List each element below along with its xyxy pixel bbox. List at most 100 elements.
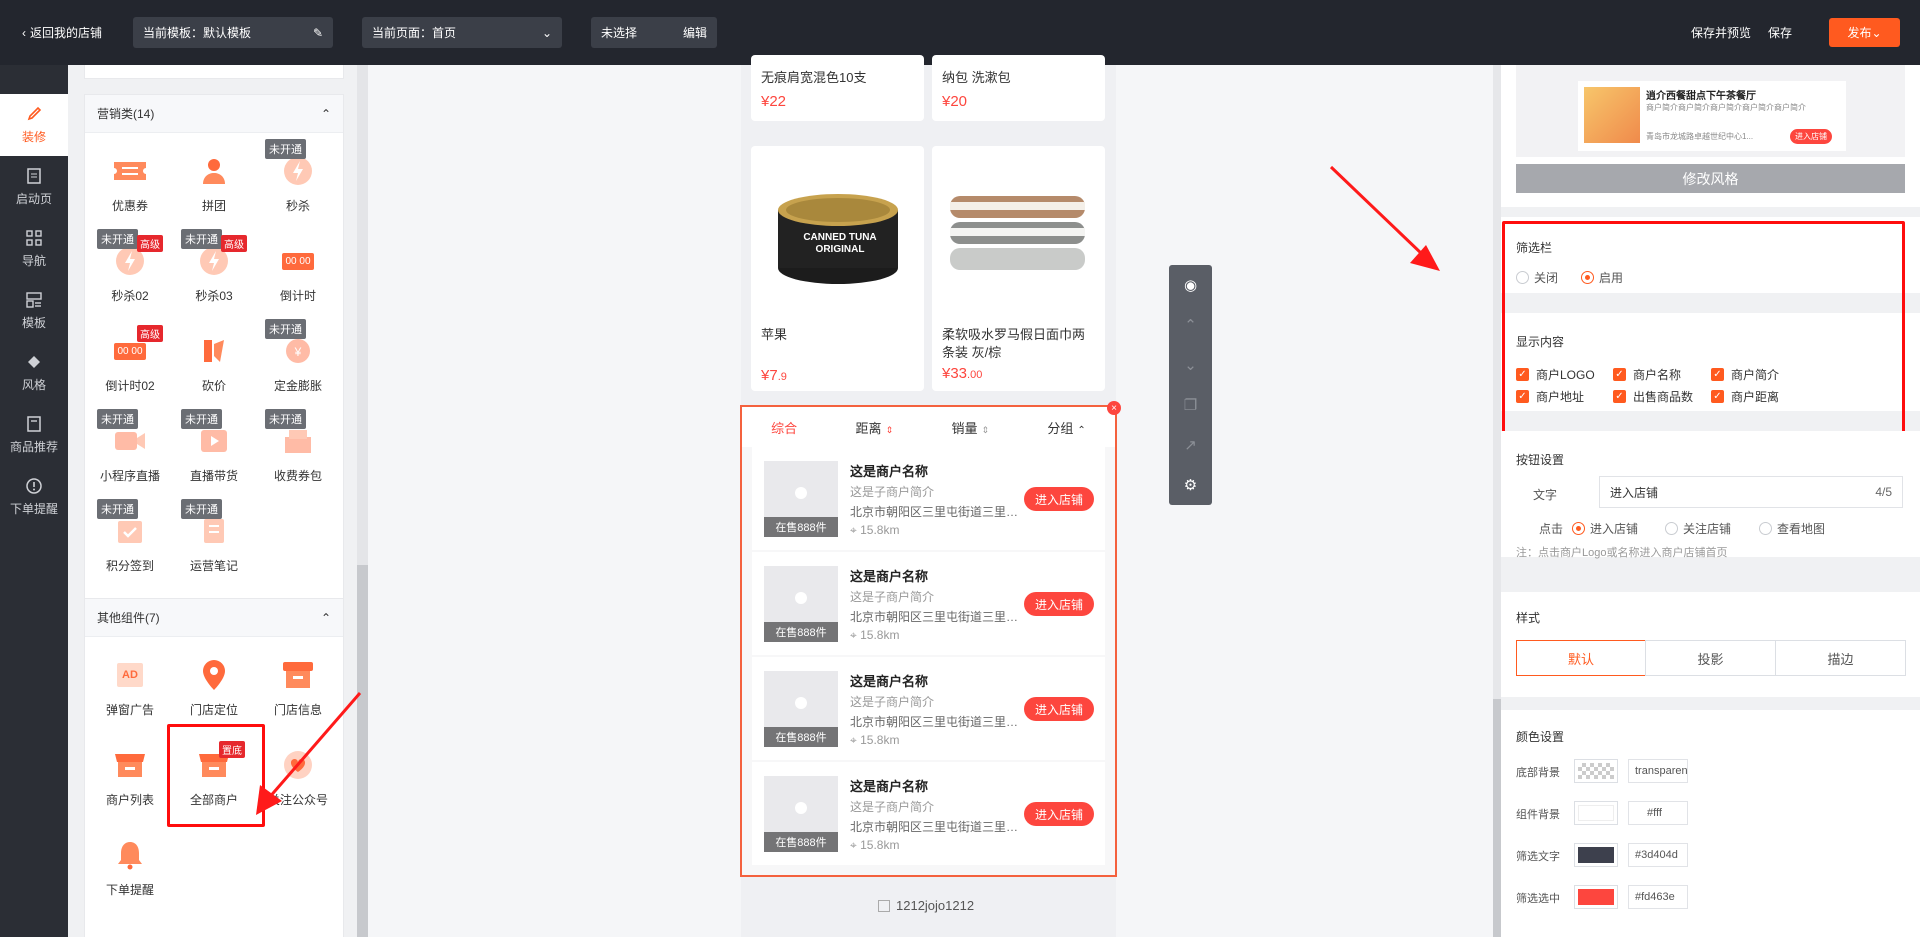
component-flash-sale[interactable]: 未开通 秒杀: [259, 139, 337, 223]
filter-bar-off-radio[interactable]: 关闭: [1516, 269, 1558, 286]
advanced-badge: 高级: [221, 235, 247, 252]
dark-swatch-fill: [1578, 847, 1614, 863]
grid-icon: [25, 229, 43, 246]
nav-item-navigation[interactable]: 导航: [0, 218, 68, 280]
annotation-arrows: [1329, 165, 1440, 271]
color-swatch[interactable]: [1574, 885, 1618, 909]
component-countdown[interactable]: 00 00 倒计时: [259, 229, 337, 313]
button-text-input[interactable]: 进入店铺 4/5: [1599, 476, 1903, 508]
display-items-on-sale-checkbox[interactable]: ✓ 出售商品数: [1613, 388, 1693, 405]
style-preview: 逍介西餐甜点下午茶餐厅 商户简介商户简介商户简介商户简介商户简介 青岛市龙城路卓…: [1516, 65, 1905, 157]
color-row-component-bg: 组件背景 #fff: [1516, 799, 1906, 827]
filter-bar-on-radio[interactable]: 启用: [1581, 269, 1623, 286]
nav-item-style[interactable]: 风格: [0, 342, 68, 404]
nav-item-product-recommend[interactable]: 商品推荐: [0, 404, 68, 466]
checkbox-checked-icon: ✓: [1516, 368, 1529, 381]
arrow-to-all-merchants: [256, 692, 362, 815]
display-merchant-distance-checkbox[interactable]: ✓ 商户距离: [1711, 388, 1779, 405]
component-paid-coupon-pack[interactable]: 未开通 收费券包: [259, 409, 337, 493]
component-order-reminder[interactable]: 下单提醒: [91, 823, 169, 907]
component-bargain[interactable]: 砍价: [175, 319, 253, 403]
click-view-map-radio[interactable]: 查看地图: [1759, 520, 1825, 537]
marketing-group: 营销类(14) ⌃ 优惠券 拼团 未开通 秒杀 未开通 高级 秒杀02 未开通 …: [84, 94, 344, 637]
edit-button[interactable]: 编辑: [683, 24, 707, 41]
countdown-icon: 00 00: [280, 243, 316, 279]
template-selector[interactable]: 当前模板：默认模板 ✎: [133, 17, 333, 48]
color-row-filter-text: 筛选文字 #3d404d: [1516, 841, 1906, 869]
color-swatch[interactable]: [1574, 801, 1618, 825]
checkbox-checked-icon: ✓: [1516, 390, 1529, 403]
color-value-input[interactable]: #fd463e: [1628, 885, 1688, 909]
brush-icon: [25, 106, 43, 122]
component-deposit-boost[interactable]: 未开通 ¥ 定金膨胀: [259, 319, 337, 403]
copy-icon[interactable]: ❐: [1169, 385, 1212, 425]
component-ops-notes[interactable]: 未开通 运营笔记: [175, 499, 253, 583]
component-flash-sale-02[interactable]: 未开通 高级 秒杀02: [91, 229, 169, 313]
bell-icon: [112, 837, 148, 873]
canvas-scrollbar[interactable]: [1493, 65, 1501, 937]
style-tab-border[interactable]: 描边: [1775, 640, 1906, 676]
chevron-up-icon[interactable]: ⌃: [321, 611, 331, 625]
recommend-icon: [25, 415, 43, 432]
not-activated-tag: 未开通: [265, 139, 306, 159]
nav-item-template[interactable]: 模板: [0, 280, 68, 342]
style-preview-section: 逍介西餐甜点下午茶餐厅 商户简介商户简介商户简介商户简介商户简介 青岛市龙城路卓…: [1501, 65, 1920, 207]
red-swatch-fill: [1578, 889, 1614, 905]
eye-icon[interactable]: ◉: [1169, 265, 1212, 305]
nav-item-decorate[interactable]: 装修: [0, 94, 68, 156]
click-follow-store-radio[interactable]: 关注店铺: [1665, 520, 1731, 537]
marketing-group-header[interactable]: 营销类(14) ⌃: [85, 95, 343, 133]
click-enter-store-radio[interactable]: 进入店铺: [1572, 520, 1638, 537]
advanced-badge: 高级: [137, 235, 163, 252]
display-merchant-intro-checkbox[interactable]: ✓ 商户简介: [1711, 366, 1779, 383]
chevron-down-icon: ⌄: [541, 25, 552, 40]
display-merchant-name-checkbox[interactable]: ✓ 商户名称: [1613, 366, 1681, 383]
modify-style-button[interactable]: 修改风格: [1516, 164, 1905, 193]
nav-item-launch-page[interactable]: 启动页: [0, 156, 68, 218]
settings-panel: 逍介西餐甜点下午茶餐厅 商户简介商户简介商户简介商户简介商户简介 青岛市龙城路卓…: [1501, 65, 1920, 937]
publish-button[interactable]: 发布 ⌄: [1829, 18, 1900, 47]
color-swatch[interactable]: [1574, 759, 1618, 783]
storefront-icon: [112, 747, 148, 783]
component-popup-ad[interactable]: AD 弹窗广告: [91, 643, 169, 727]
component-group-buy[interactable]: 拼团: [175, 139, 253, 223]
save-button[interactable]: 保存: [1768, 24, 1792, 41]
settings-icon[interactable]: ⚙: [1169, 465, 1212, 505]
style-tab-default[interactable]: 默认: [1516, 640, 1646, 676]
document-icon: [25, 167, 43, 184]
not-activated-tag: 未开通: [181, 499, 222, 519]
component-points-checkin[interactable]: 未开通 积分签到: [91, 499, 169, 583]
color-value-input[interactable]: transparent: [1628, 759, 1688, 783]
svg-text:¥: ¥: [294, 345, 302, 359]
share-icon[interactable]: ↗: [1169, 425, 1212, 465]
color-row-bottom-bg: 底部背景 transparent: [1516, 757, 1906, 785]
display-merchant-logo-checkbox[interactable]: ✓ 商户LOGO: [1516, 366, 1595, 383]
component-flash-sale-03[interactable]: 未开通 高级 秒杀03: [175, 229, 253, 313]
button-settings-section: 按钮设置 文字 进入店铺 4/5 点击 进入店铺 关注店铺 查看地图 注：点击商…: [1501, 431, 1920, 559]
chevron-up-icon[interactable]: ⌃: [321, 107, 331, 121]
component-merchant-list[interactable]: 商户列表: [91, 733, 169, 817]
save-preview-button[interactable]: 保存并预览: [1691, 24, 1751, 41]
page-selector[interactable]: 当前页面：首页 ⌄: [362, 17, 562, 48]
back-to-shop-link[interactable]: ‹ 返回我的店铺: [22, 24, 102, 41]
move-down-icon[interactable]: ⌄: [1169, 345, 1212, 385]
style-tab-shadow[interactable]: 投影: [1645, 640, 1776, 676]
color-value-input[interactable]: #fff: [1628, 801, 1688, 825]
filter-bar-section: 筛选栏 关闭 启用: [1501, 217, 1920, 293]
not-activated-tag: 未开通: [97, 499, 138, 519]
scrollbar-thumb[interactable]: [1493, 699, 1501, 937]
component-coupon[interactable]: 优惠券: [91, 139, 169, 223]
other-components-header[interactable]: 其他组件(7) ⌃: [85, 599, 343, 637]
move-up-icon[interactable]: ⌃: [1169, 305, 1212, 345]
color-swatch[interactable]: [1574, 843, 1618, 867]
chevron-down-icon: ⌄: [1871, 25, 1882, 40]
nav-item-order-reminder[interactable]: 下单提醒: [0, 466, 68, 528]
component-mini-program-live[interactable]: 未开通 小程序直播: [91, 409, 169, 493]
preview-card: 逍介西餐甜点下午茶餐厅 商户简介商户简介商户简介商户简介商户简介 青岛市龙城路卓…: [1578, 81, 1846, 151]
color-value-input[interactable]: #3d404d: [1628, 843, 1688, 867]
component-countdown-02[interactable]: 高级 00 00 倒计时02: [91, 319, 169, 403]
not-activated-tag: 未开通: [181, 409, 222, 429]
display-merchant-address-checkbox[interactable]: ✓ 商户地址: [1516, 388, 1584, 405]
component-live-selling[interactable]: 未开通 直播带货: [175, 409, 253, 493]
pencil-icon[interactable]: ✎: [313, 26, 323, 40]
